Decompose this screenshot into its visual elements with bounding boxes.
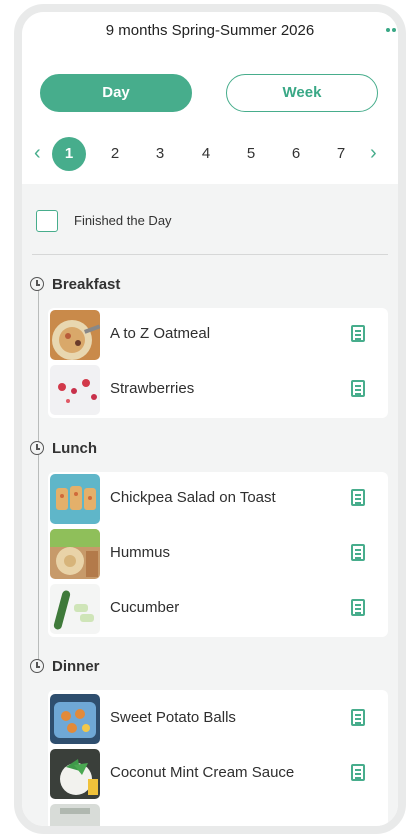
recipe-icon[interactable] — [351, 325, 365, 342]
recipe-icon[interactable] — [351, 489, 365, 506]
meal-label: Lunch — [52, 440, 97, 457]
cucumber-photo — [50, 584, 100, 634]
meal-label: Breakfast — [52, 276, 121, 293]
recipe-icon[interactable] — [351, 709, 365, 726]
phone-frame: 9 months Spring-Summer 2026 Day Week ‹ 1… — [14, 4, 406, 834]
chickpea-toast-photo — [50, 474, 100, 524]
item-name: Sweet Potato Balls — [110, 709, 236, 726]
clock-icon — [30, 277, 44, 291]
clock-icon — [30, 441, 44, 455]
recipe-icon[interactable] — [351, 599, 365, 616]
item-name: Cucumber — [110, 599, 180, 616]
meal-item[interactable]: Hummus — [48, 527, 388, 582]
item-name: A to Z Oatmeal — [110, 325, 211, 342]
day-4[interactable]: 4 — [189, 137, 223, 171]
recipe-icon[interactable] — [351, 544, 365, 561]
meal-item[interactable]: A to Z Oatmeal — [48, 308, 388, 363]
coconut-mint-sauce-photo — [50, 749, 100, 799]
day-selector: ‹ 1 2 3 4 5 6 7 › — [22, 134, 398, 174]
meal-item[interactable]: Chickpea Salad on Toast — [48, 472, 388, 527]
day-3[interactable]: 3 — [143, 137, 177, 171]
recipe-icon[interactable] — [351, 380, 365, 397]
item-name: Chickpea Salad on Toast — [110, 489, 276, 506]
strawberries-photo — [50, 365, 100, 415]
day-2[interactable]: 2 — [98, 137, 132, 171]
week-view-button[interactable]: Week — [226, 74, 378, 112]
plan-title: 9 months Spring-Summer 2026 — [105, 22, 315, 39]
divider — [32, 254, 388, 255]
chevron-right-icon[interactable]: › — [370, 143, 377, 163]
oatmeal-photo — [50, 310, 100, 360]
day-1[interactable]: 1 — [52, 137, 86, 171]
app-header: 9 months Spring-Summer 2026 Day Week ‹ 1… — [22, 12, 398, 184]
meal-lunch-card: Chickpea Salad on Toast Hummus Cucumber — [48, 472, 388, 637]
day-6[interactable]: 6 — [279, 137, 313, 171]
item-name: Coconut Mint Cream Sauce — [110, 764, 295, 781]
sweet-potato-balls-photo — [50, 694, 100, 744]
screen: 9 months Spring-Summer 2026 Day Week ‹ 1… — [22, 12, 398, 826]
timeline-line — [38, 286, 39, 662]
finished-label: Finished the Day — [74, 213, 172, 228]
meal-plan-content: Finished the Day Breakfast A to Z Oatmea… — [22, 184, 398, 826]
day-view-button[interactable]: Day — [40, 74, 192, 112]
chevron-left-icon[interactable]: ‹ — [34, 143, 41, 163]
meal-item[interactable]: Sweet Potato Balls — [48, 692, 388, 747]
day-5[interactable]: 5 — [234, 137, 268, 171]
meal-item[interactable]: Strawberries — [48, 363, 388, 418]
more-dots-icon[interactable] — [386, 28, 398, 34]
meal-item[interactable]: Coconut Mint Cream Sauce — [48, 747, 388, 802]
meal-label: Dinner — [52, 658, 100, 675]
finished-checkbox[interactable] — [36, 210, 58, 232]
food-photo — [50, 804, 100, 826]
item-name: Strawberries — [110, 380, 195, 397]
recipe-icon[interactable] — [351, 764, 365, 781]
item-name: Hummus — [110, 544, 171, 561]
meal-dinner-card: Sweet Potato Balls Coconut Mint Cream Sa… — [48, 690, 388, 826]
hummus-photo — [50, 529, 100, 579]
meal-breakfast-card: A to Z Oatmeal Strawberries — [48, 308, 388, 418]
meal-item[interactable]: Cucumber — [48, 582, 388, 637]
day-7[interactable]: 7 — [324, 137, 358, 171]
clock-icon — [30, 659, 44, 673]
